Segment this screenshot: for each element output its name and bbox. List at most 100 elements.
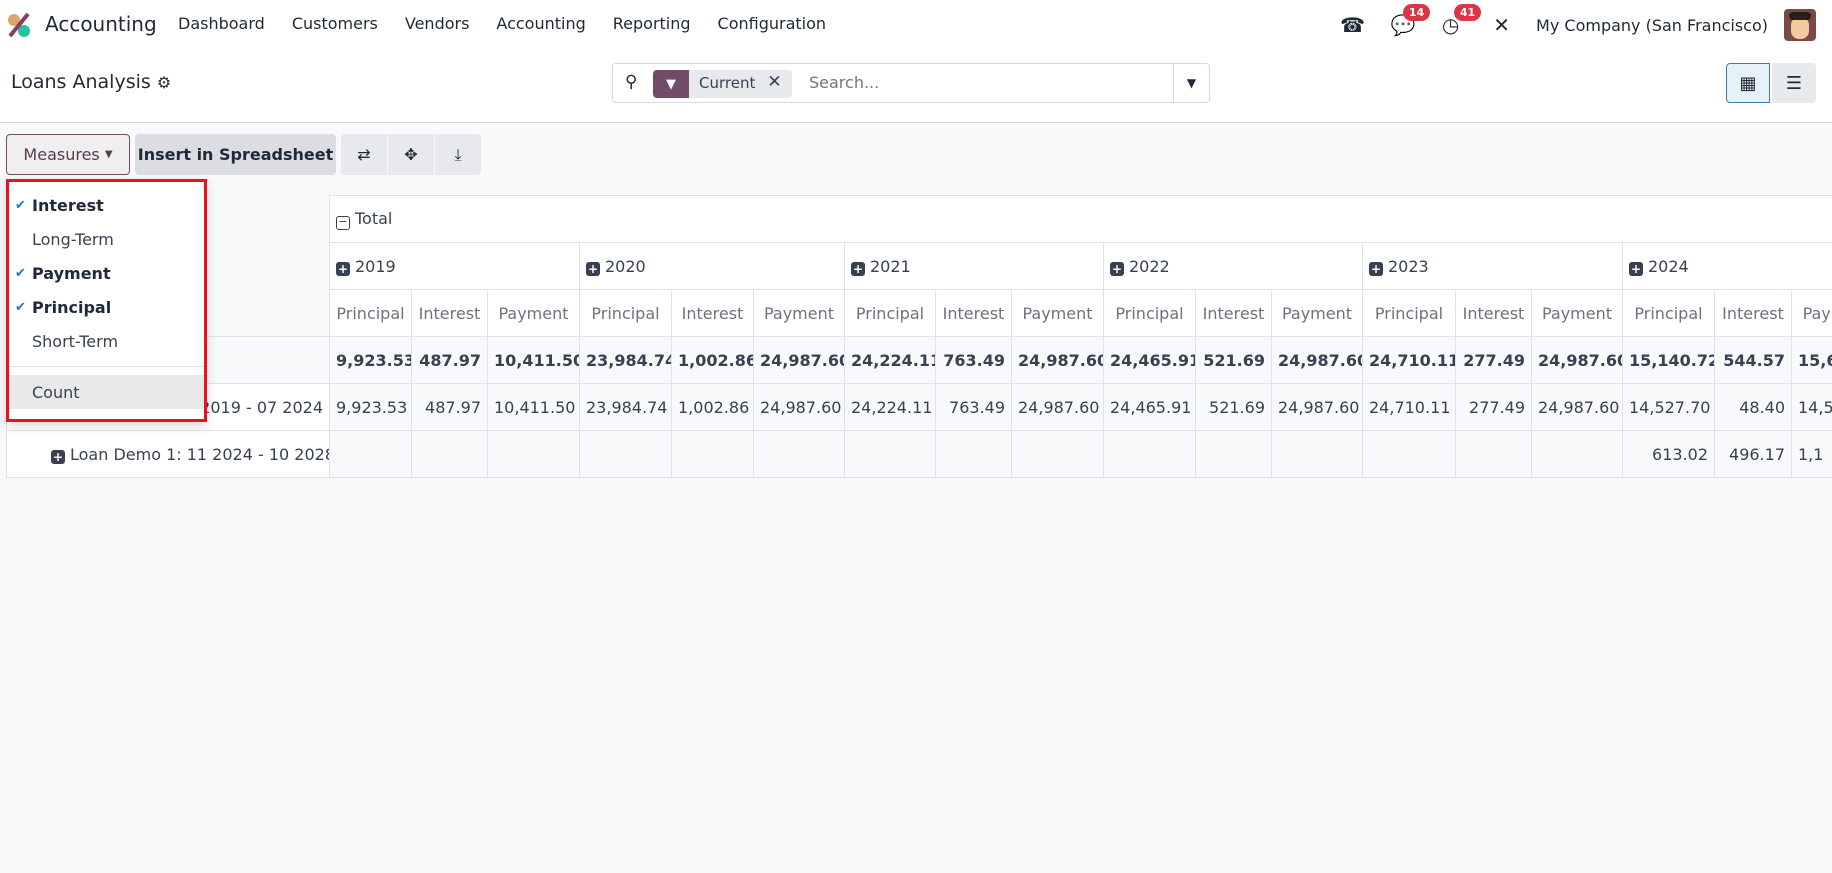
header-measure[interactable]: Payment xyxy=(487,289,580,337)
pivot-cell[interactable]: 48.40 xyxy=(1714,383,1792,431)
facet-remove-icon[interactable]: ✕ xyxy=(763,70,791,98)
pivot-cell[interactable]: 24,224.11 xyxy=(844,336,936,384)
header-measure[interactable]: Interest xyxy=(1455,289,1532,337)
pivot-cell[interactable]: 487.97 xyxy=(411,383,488,431)
pivot-cell[interactable]: 15,140.72 xyxy=(1622,336,1715,384)
phone-icon[interactable]: ☎ xyxy=(1340,13,1365,37)
header-measure[interactable]: Payment xyxy=(1011,289,1104,337)
search-input[interactable] xyxy=(809,73,1169,92)
menu-reporting[interactable]: Reporting xyxy=(613,14,691,33)
pivot-cell[interactable] xyxy=(411,430,488,478)
header-measure[interactable]: Principal xyxy=(1362,289,1456,337)
pivot-cell[interactable]: 24,710.11 xyxy=(1362,336,1456,384)
pivot-cell[interactable]: 24,987.60 xyxy=(1011,383,1104,431)
pivot-cell[interactable] xyxy=(671,430,754,478)
header-total[interactable]: − Total xyxy=(328,195,1832,243)
insert-in-spreadsheet-button[interactable]: Insert in Spreadsheet xyxy=(135,134,336,175)
menu-customers[interactable]: Customers xyxy=(292,14,378,33)
flip-axis-button[interactable]: ⇄ xyxy=(341,134,387,175)
pivot-cell[interactable]: 24,987.60 xyxy=(1531,336,1623,384)
measure-item[interactable]: ✔ Interest xyxy=(9,188,204,222)
header-measure[interactable]: Interest xyxy=(411,289,488,337)
header-measure[interactable]: Interest xyxy=(935,289,1012,337)
menu-dashboard[interactable]: Dashboard xyxy=(178,14,265,33)
header-measure[interactable]: Principal xyxy=(579,289,672,337)
pivot-cell[interactable] xyxy=(844,430,936,478)
pivot-cell[interactable]: 487.97 xyxy=(411,336,488,384)
pivot-cell[interactable]: 521.69 xyxy=(1195,383,1272,431)
company-switcher[interactable]: My Company (San Francisco) xyxy=(1536,16,1768,35)
pivot-cell[interactable] xyxy=(753,430,845,478)
pivot-cell[interactable]: 14,5 xyxy=(1790,383,1832,431)
header-measure[interactable]: Interest xyxy=(1714,289,1792,337)
pivot-cell[interactable]: 10,411.50 xyxy=(487,336,580,384)
pivot-cell[interactable]: 277.49 xyxy=(1455,336,1532,384)
pivot-cell[interactable]: 24,987.60 xyxy=(1271,336,1363,384)
pivot-cell[interactable]: 763.49 xyxy=(935,336,1012,384)
pivot-cell[interactable]: 23,984.74 xyxy=(579,383,672,431)
header-measure[interactable]: Principal xyxy=(1622,289,1715,337)
pivot-cell[interactable]: 1,002.86 xyxy=(671,383,754,431)
messages-icon[interactable]: 💬 14 xyxy=(1391,4,1431,37)
pivot-cell[interactable]: 24,465.91 xyxy=(1103,383,1196,431)
pivot-cell[interactable]: 613.02 xyxy=(1622,430,1715,478)
pivot-cell[interactable] xyxy=(1103,430,1196,478)
pivot-cell[interactable]: 24,987.60 xyxy=(1011,336,1104,384)
header-measure[interactable]: Payment xyxy=(1531,289,1623,337)
avatar[interactable] xyxy=(1784,9,1816,41)
gear-icon[interactable]: ⚙ xyxy=(157,73,171,92)
measure-count[interactable]: Count xyxy=(9,375,204,409)
header-measure[interactable]: Payment xyxy=(1790,289,1832,337)
menu-accounting[interactable]: Accounting xyxy=(496,14,585,33)
header-year[interactable]: +2020 xyxy=(579,242,845,290)
search-options-toggle[interactable]: ▼ xyxy=(1173,64,1209,102)
pivot-cell[interactable]: 15,6 xyxy=(1790,336,1832,384)
menu-vendors[interactable]: Vendors xyxy=(405,14,470,33)
measure-item[interactable]: Long-Term xyxy=(9,222,204,256)
measures-button[interactable]: Measures ▼ xyxy=(6,134,130,175)
measure-item[interactable]: ✔ Payment xyxy=(9,256,204,290)
pivot-cell[interactable] xyxy=(1195,430,1272,478)
header-year[interactable]: +2023 xyxy=(1362,242,1623,290)
pivot-cell[interactable]: 24,987.60 xyxy=(1271,383,1363,431)
pivot-cell[interactable]: 1,1 xyxy=(1790,430,1832,478)
app-logo-icon[interactable] xyxy=(6,12,32,38)
header-measure[interactable]: Payment xyxy=(1271,289,1363,337)
pivot-cell[interactable]: 277.49 xyxy=(1455,383,1532,431)
pivot-cell[interactable] xyxy=(1011,430,1104,478)
pivot-cell[interactable] xyxy=(1531,430,1623,478)
pivot-view-button[interactable]: ▦ xyxy=(1726,63,1770,103)
pivot-cell[interactable]: 14,527.70 xyxy=(1622,383,1715,431)
pivot-cell[interactable] xyxy=(487,430,580,478)
menu-configuration[interactable]: Configuration xyxy=(718,14,827,33)
pivot-cell[interactable]: 1,002.86 xyxy=(671,336,754,384)
measure-item[interactable]: ✔ Principal xyxy=(9,290,204,324)
header-measure[interactable]: Principal xyxy=(329,289,412,337)
pivot-cell[interactable]: 9,923.53 xyxy=(329,336,412,384)
pivot-cell[interactable] xyxy=(1455,430,1532,478)
header-year[interactable]: +2019 xyxy=(329,242,580,290)
pivot-cell[interactable]: 24,987.60 xyxy=(753,336,845,384)
pivot-cell[interactable] xyxy=(1271,430,1363,478)
pivot-cell[interactable]: 544.57 xyxy=(1714,336,1792,384)
header-measure[interactable]: Principal xyxy=(1103,289,1196,337)
header-measure[interactable]: Principal xyxy=(844,289,936,337)
app-name[interactable]: Accounting xyxy=(45,12,157,36)
header-measure[interactable]: Payment xyxy=(753,289,845,337)
pivot-cell[interactable] xyxy=(579,430,672,478)
header-year[interactable]: +2022 xyxy=(1103,242,1363,290)
header-year[interactable]: +2021 xyxy=(844,242,1104,290)
download-button[interactable]: ⤓ xyxy=(435,134,481,175)
pivot-cell[interactable] xyxy=(935,430,1012,478)
pivot-cell[interactable]: 10,411.50 xyxy=(487,383,580,431)
pivot-cell[interactable]: 24,987.60 xyxy=(1531,383,1623,431)
pivot-cell[interactable]: 24,987.60 xyxy=(753,383,845,431)
pivot-cell[interactable]: 521.69 xyxy=(1195,336,1272,384)
row-header[interactable]: + Loan Demo 1: 11 2024 - 10 2028 xyxy=(6,430,330,478)
pivot-cell[interactable]: 23,984.74 xyxy=(579,336,672,384)
pivot-cell[interactable] xyxy=(1362,430,1456,478)
measure-item[interactable]: Short-Term xyxy=(9,324,204,358)
pivot-cell[interactable] xyxy=(329,430,412,478)
list-view-button[interactable]: ☰ xyxy=(1772,63,1816,103)
pivot-cell[interactable]: 9,923.53 xyxy=(329,383,412,431)
